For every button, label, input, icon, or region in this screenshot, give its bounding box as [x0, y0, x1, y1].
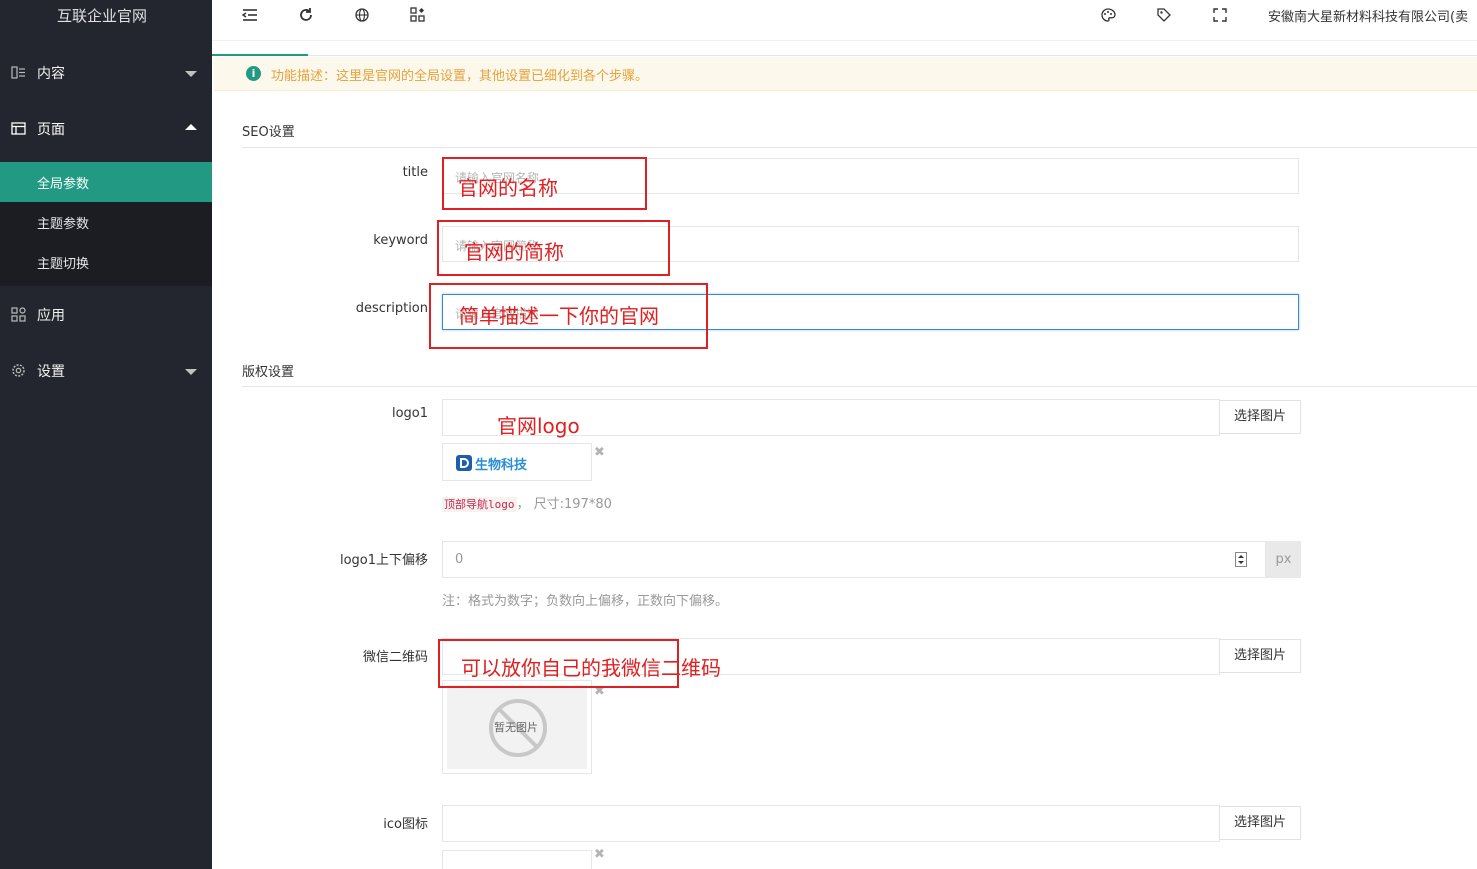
annotation-title: 官网的名称 [458, 176, 558, 200]
logo1-thumbnail[interactable]: 生物科技 [442, 443, 592, 481]
palette-icon[interactable] [1099, 6, 1117, 24]
tag-icon[interactable] [1155, 6, 1173, 24]
sidebar-subitem-theme-switch[interactable]: 主题切换 [0, 242, 212, 282]
offset-value: 0 [455, 552, 464, 567]
logo-hint: 顶部导航logo， 尺寸:197*80 [442, 493, 612, 512]
field-label-title: title [402, 165, 428, 180]
app-title: 互联企业官网 [56, 7, 147, 25]
sidebar-item-label: 内容 [37, 66, 65, 82]
sidebar-item-settings[interactable]: 设置 [0, 343, 212, 399]
ico-input[interactable] [442, 805, 1220, 842]
divider [242, 386, 1477, 387]
page-icon [11, 122, 26, 135]
menu-fold-icon[interactable] [241, 6, 259, 24]
wechat-pick-button[interactable]: 选择图片 [1219, 639, 1301, 673]
field-label-wechat: 微信二维码 [362, 650, 428, 665]
top-toolbar: 安徽南大星新材料科技有限公司(卖 [212, 0, 1477, 41]
annotation-wechat: 可以放你自己的我微信二维码 [461, 656, 721, 680]
ico-thumbnail[interactable] [442, 850, 592, 869]
annotation-keyword: 官网的简称 [464, 240, 564, 264]
no-image-text: 暂无图片 [494, 721, 538, 734]
sidebar-item-label: 设置 [37, 364, 65, 380]
stepper-icon[interactable] [1235, 552, 1247, 567]
refresh-icon[interactable] [297, 6, 315, 24]
app-icon [11, 307, 26, 322]
field-label-keyword: keyword [373, 233, 428, 248]
sidebar-item-page[interactable]: 页面 [0, 101, 212, 157]
active-tab-indicator [212, 54, 308, 56]
close-icon[interactable]: ✖ [594, 847, 605, 862]
offset-number-input[interactable]: 0 [442, 541, 1266, 578]
apps-icon[interactable] [409, 6, 427, 24]
sidebar-item-label: 应用 [37, 308, 65, 324]
sidebar-subitem-theme-params[interactable]: 主题参数 [0, 202, 212, 242]
offset-hint: 注：格式为数字；负数向上偏移，正数向下偏移。 [442, 594, 729, 609]
close-icon[interactable]: ✖ [594, 445, 605, 460]
wechat-thumbnail[interactable]: 暂无图片 [442, 680, 592, 774]
chevron-down-icon [185, 369, 197, 375]
gear-icon [12, 364, 25, 377]
sidebar-subitem-global-params[interactable]: 全局参数 [0, 162, 212, 202]
company-name[interactable]: 安徽南大星新材料科技有限公司(卖 [1268, 6, 1468, 25]
logo-hint-text: ， 尺寸:197*80 [516, 497, 612, 512]
offset-unit: px [1266, 541, 1301, 578]
no-image-placeholder: 暂无图片 [447, 685, 587, 769]
field-label-description: description [355, 301, 428, 316]
sidebar-item-apps[interactable]: 应用 [0, 287, 212, 343]
notice-banner: i 功能描述：这里是官网的全局设置，其他设置已细化到各个步骤。 [214, 57, 1477, 91]
field-label-ico: ico图标 [383, 817, 428, 832]
sidebar-item-content[interactable]: 内容 [0, 45, 212, 101]
section-title-seo: SEO设置 [242, 125, 295, 140]
logo1-pick-button[interactable]: 选择图片 [1219, 400, 1301, 434]
chevron-up-icon [185, 124, 197, 130]
field-label-offset: logo1上下偏移 [339, 553, 428, 568]
annotation-description: 简单描述一下你的官网 [459, 304, 659, 328]
field-label-logo1: logo1 [391, 406, 428, 421]
chevron-down-icon [185, 71, 197, 77]
content-icon [11, 66, 25, 79]
logo-hint-code: 顶部导航logo [442, 497, 517, 512]
logo-mark-icon [456, 455, 472, 471]
globe-icon[interactable] [353, 6, 371, 24]
info-icon: i [246, 66, 261, 81]
section-title-copyright: 版权设置 [242, 365, 295, 380]
tab-bar [212, 41, 1477, 56]
logo-image-text: 生物科技 [475, 458, 528, 473]
sidebar: 互联企业官网 内容 页面 全局参数 主题参数 主题切换 应用 设置 [0, 0, 212, 869]
notice-text: 功能描述：这里是官网的全局设置，其他设置已细化到各个步骤。 [271, 69, 649, 84]
annotation-logo: 官网logo [497, 414, 580, 438]
sidebar-item-label: 页面 [37, 122, 65, 138]
divider [242, 147, 1477, 148]
sidebar-submenu: 全局参数 主题参数 主题切换 [0, 162, 212, 286]
fullscreen-icon[interactable] [1211, 6, 1229, 24]
ico-pick-button[interactable]: 选择图片 [1219, 806, 1301, 840]
